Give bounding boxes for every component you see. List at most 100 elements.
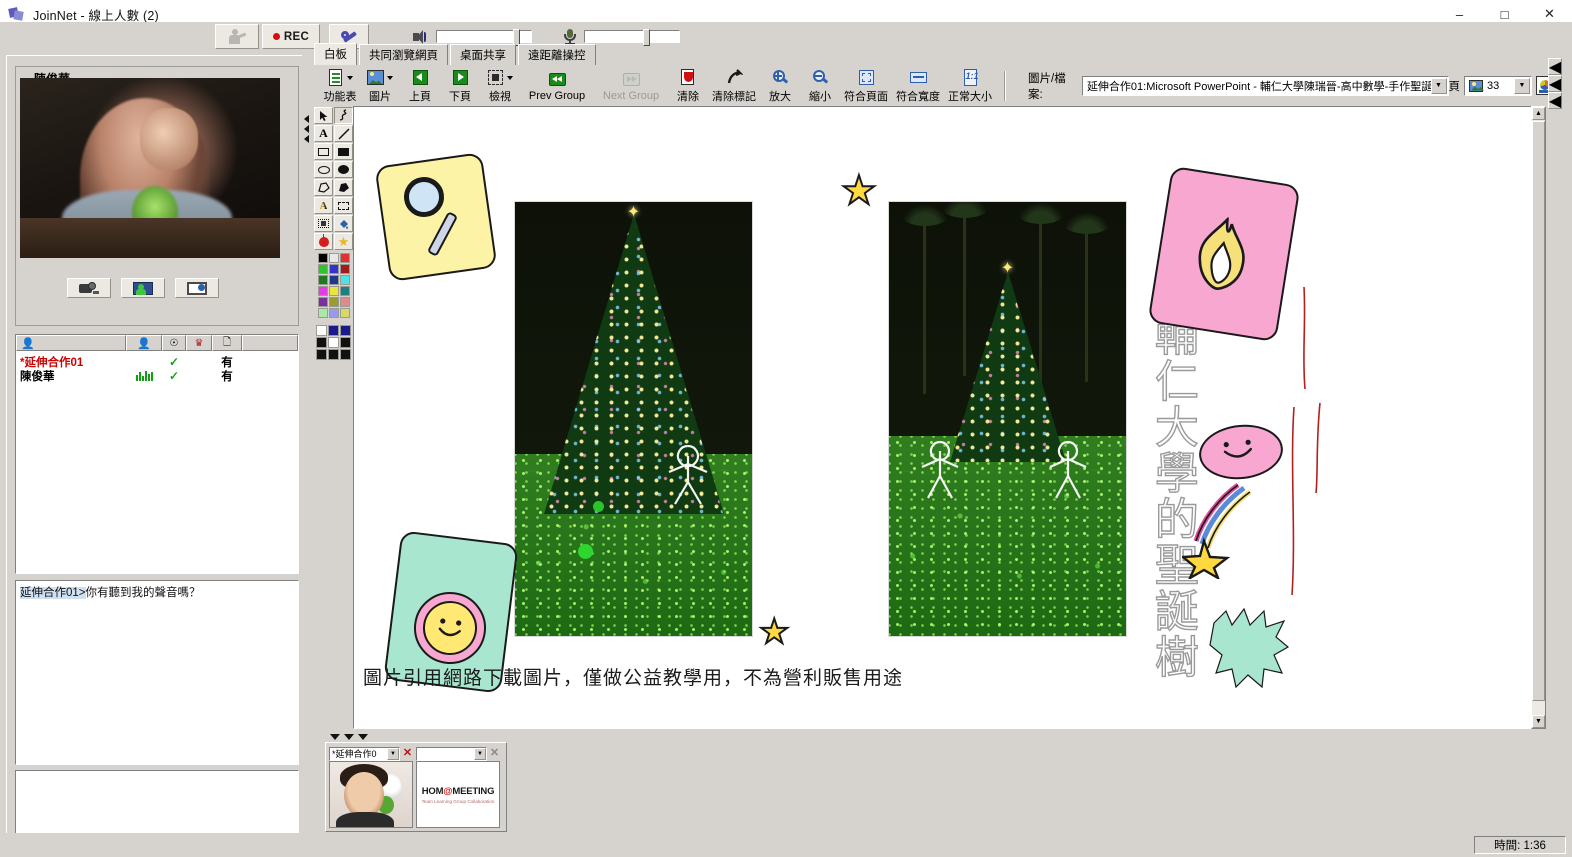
color-swatch[interactable] (329, 308, 339, 318)
chevron-down-icon[interactable] (387, 75, 393, 80)
rect-filled-tool[interactable] (334, 143, 353, 160)
line-width-sw-f[interactable] (340, 349, 351, 360)
list-item[interactable]: ▼ ✕ HOM@MEETING Team Learning Group Coll… (416, 746, 500, 828)
wb-actual-size-button[interactable]: 1:1 正常大小 (944, 67, 996, 104)
wb-view-button[interactable]: 檢視 (480, 67, 520, 104)
line-width-medium[interactable] (328, 325, 339, 336)
share-video-button[interactable] (121, 278, 165, 298)
crop-tool[interactable] (314, 215, 333, 232)
thumbnail-participant-combo[interactable]: *延伸合作0 ▼ (329, 746, 400, 761)
presenter-button[interactable] (215, 24, 259, 49)
ellipse-outline-tool[interactable] (314, 161, 333, 178)
color-swatch[interactable] (340, 275, 350, 285)
logo-thumbnail[interactable]: HOM@MEETING Team Learning Group Collabor… (416, 761, 500, 828)
color-swatch[interactable] (340, 286, 350, 296)
color-swatch[interactable] (340, 253, 350, 263)
color-swatch[interactable] (318, 275, 328, 285)
microphone-volume-slider[interactable] (584, 29, 680, 46)
color-swatch[interactable] (318, 297, 328, 307)
color-swatch[interactable] (340, 264, 350, 274)
tab-whiteboard[interactable]: 白板 (314, 43, 357, 65)
webcam-button[interactable] (67, 278, 111, 298)
line-tool[interactable] (334, 125, 353, 142)
slide-content[interactable]: ✦ ✦ 輔仁大學的聖誕樹 ★ ★ 圖片引用網路下載圖片，僅做公益教學用，不為營利… (354, 107, 1544, 728)
list-item[interactable]: *延伸合作0 ▼ ✕ (329, 746, 413, 828)
close-icon[interactable]: ✕ (402, 748, 413, 759)
panel-collapse-arrows[interactable]: ◀ ◀ ◀ (1548, 58, 1564, 118)
color-swatch[interactable] (318, 253, 328, 263)
wb-picture-button[interactable]: 圖片 (360, 67, 400, 104)
page-selector-combo[interactable]: 33 ▼ (1464, 75, 1532, 96)
record-button[interactable]: REC (262, 24, 320, 49)
freehand-tool[interactable] (334, 107, 353, 124)
color-swatch[interactable] (329, 264, 339, 274)
thumbnail-participant-combo[interactable]: ▼ (416, 746, 487, 761)
line-width-sw-c[interactable] (340, 337, 351, 348)
chevron-down-icon[interactable]: ▼ (387, 747, 399, 760)
chat-log[interactable]: 延伸合作01>你有聽到我的聲音嗎？ (15, 580, 299, 765)
wb-clear-button[interactable]: 清除 (668, 67, 708, 104)
color-swatch[interactable] (318, 286, 328, 296)
color-swatch[interactable] (318, 264, 328, 274)
line-width-thick[interactable] (340, 325, 351, 336)
wb-next-page-button[interactable]: 下頁 (440, 67, 480, 104)
wb-fit-width-button[interactable]: 符合寬度 (892, 67, 944, 104)
color-swatch[interactable] (340, 308, 350, 318)
wb-zoom-out-button[interactable]: 縮小 (800, 67, 840, 104)
tab-cobrowse[interactable]: 共同瀏覽網頁 (359, 44, 448, 65)
snapshot-button[interactable] (175, 278, 219, 298)
participant-list[interactable]: 👤 👤 ☉ ♛ 🗋 *延伸合作01 ✓ 有 陳俊華 ✓ 有 (15, 334, 299, 574)
chevron-down-icon[interactable]: ▼ (1430, 77, 1447, 94)
chevron-down-icon[interactable]: ▼ (474, 747, 486, 760)
wb-clear-marks-button[interactable]: 清除標記 (708, 67, 760, 104)
whiteboard-vscrollbar[interactable]: ▲ ▼ (1531, 106, 1546, 729)
select-region-tool[interactable] (334, 197, 353, 214)
line-width-sw-b[interactable] (328, 337, 339, 348)
wb-menu-button[interactable]: 功能表 (320, 67, 360, 104)
table-row[interactable]: *延伸合作01 ✓ 有 (16, 355, 298, 369)
file-selector-combo[interactable]: 延伸合作01:Microsoft PowerPoint - 輔仁大學陳瑞晉-高中… (1081, 75, 1449, 96)
speaker-volume-slider[interactable] (436, 29, 532, 46)
line-width-sw-e[interactable] (328, 349, 339, 360)
wb-prev-page-button[interactable]: 上頁 (400, 67, 440, 104)
text-tool[interactable]: A (314, 125, 333, 142)
line-width-thin[interactable] (316, 325, 327, 336)
apple-stamp-tool[interactable] (314, 233, 333, 250)
color-swatch[interactable] (329, 253, 339, 263)
video-preview[interactable] (20, 78, 280, 258)
color-swatch[interactable] (318, 308, 328, 318)
vscroll-thumb[interactable] (1532, 121, 1545, 701)
collapse-arrow-icon[interactable]: ◀ (1548, 75, 1562, 93)
collapse-arrow-icon[interactable]: ◀ (1548, 92, 1562, 110)
polygon-outline-tool[interactable] (314, 179, 333, 196)
color-swatch[interactable] (329, 286, 339, 296)
chevron-down-icon[interactable] (347, 75, 353, 80)
line-width-sw-a[interactable] (316, 337, 327, 348)
scroll-down-button[interactable]: ▼ (1532, 715, 1545, 728)
splitter-grip[interactable] (304, 115, 310, 143)
webcam-thumbnail[interactable] (329, 761, 413, 828)
ellipse-filled-tool[interactable] (334, 161, 353, 178)
line-width-sw-d[interactable] (316, 349, 327, 360)
rect-outline-tool[interactable] (314, 143, 333, 160)
chevron-down-icon[interactable] (507, 75, 513, 80)
fill-bucket-tool[interactable] (334, 215, 353, 232)
text-color-tool[interactable]: A (314, 197, 333, 214)
color-swatch[interactable] (329, 297, 339, 307)
table-row[interactable]: 陳俊華 ✓ 有 (16, 369, 298, 383)
wb-zoom-in-button[interactable]: 放大 (760, 67, 800, 104)
tab-desktop-share[interactable]: 桌面共享 (450, 44, 516, 65)
scroll-up-button[interactable]: ▲ (1532, 107, 1545, 120)
wb-prev-group-button[interactable]: Prev Group (520, 69, 594, 102)
chevron-down-icon[interactable]: ▼ (1514, 77, 1530, 94)
panel-splitter[interactable] (302, 55, 312, 838)
polygon-filled-tool[interactable] (334, 179, 353, 196)
whiteboard-canvas[interactable]: ✦ ✦ 輔仁大學的聖誕樹 ★ ★ 圖片引用網路下載圖片，僅做公益教學用，不為營利… (353, 106, 1545, 729)
star-stamp-tool[interactable]: ★ (334, 233, 353, 250)
wb-fit-page-button[interactable]: 符合頁面 (840, 67, 892, 104)
color-swatch[interactable] (329, 275, 339, 285)
color-swatch[interactable] (340, 297, 350, 307)
tab-remote-control[interactable]: 遠距離操控 (518, 44, 596, 65)
pointer-tool[interactable] (314, 107, 333, 124)
collapse-arrow-icon[interactable]: ◀ (1548, 58, 1562, 76)
